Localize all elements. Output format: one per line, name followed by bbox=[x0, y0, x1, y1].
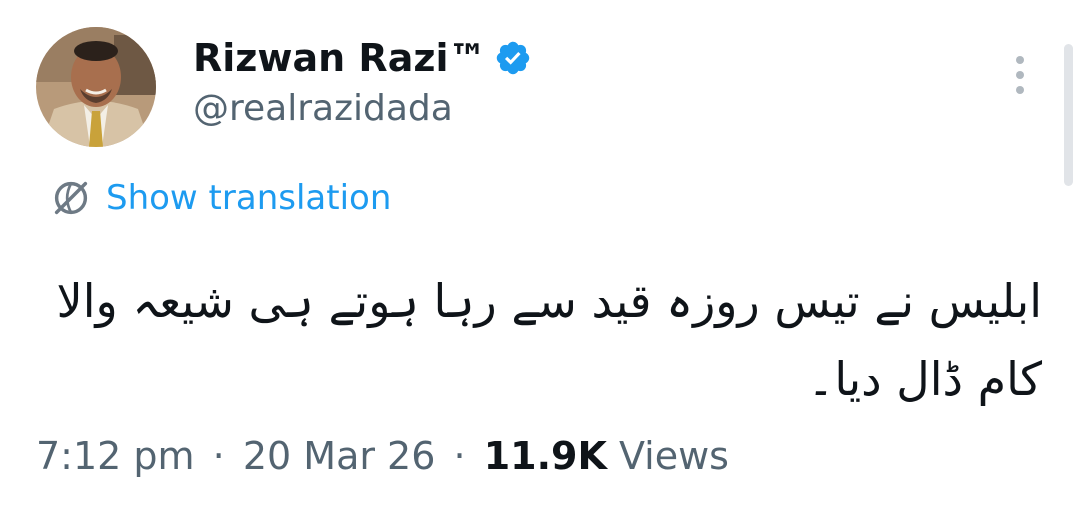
show-translation-button[interactable]: Show translation bbox=[48, 176, 391, 220]
author-name-row[interactable]: Rizwan Razi™ bbox=[193, 34, 532, 82]
translate-globe-icon bbox=[54, 181, 88, 215]
tweet-date[interactable]: 20 Mar 26 bbox=[243, 434, 436, 478]
avatar[interactable] bbox=[36, 27, 156, 147]
tweet-time[interactable]: 7:12 pm bbox=[36, 434, 195, 478]
meta-separator: · bbox=[212, 434, 225, 478]
author-display-name[interactable]: Rizwan Razi™ bbox=[193, 36, 486, 80]
scrollbar[interactable] bbox=[1064, 44, 1073, 186]
tweet-meta: 7:12 pm · 20 Mar 26 · 11.9K Views bbox=[36, 434, 729, 478]
show-translation-label[interactable]: Show translation bbox=[106, 178, 391, 218]
more-options-icon[interactable] bbox=[1006, 56, 1034, 96]
views-label[interactable]: Views bbox=[619, 434, 729, 478]
verified-badge-icon bbox=[497, 41, 530, 75]
tweet-card: Rizwan Razi™ @realrazidada Show translat… bbox=[0, 0, 1080, 508]
tweet-text: ابلیس نے تیس روزہ قید سے رہا ہوتے ہی شیع… bbox=[56, 274, 1043, 406]
author-handle[interactable]: @realrazidada bbox=[193, 88, 453, 129]
avatar-photo bbox=[36, 27, 156, 147]
meta-separator: · bbox=[453, 434, 466, 478]
views-count[interactable]: 11.9K bbox=[484, 434, 607, 478]
